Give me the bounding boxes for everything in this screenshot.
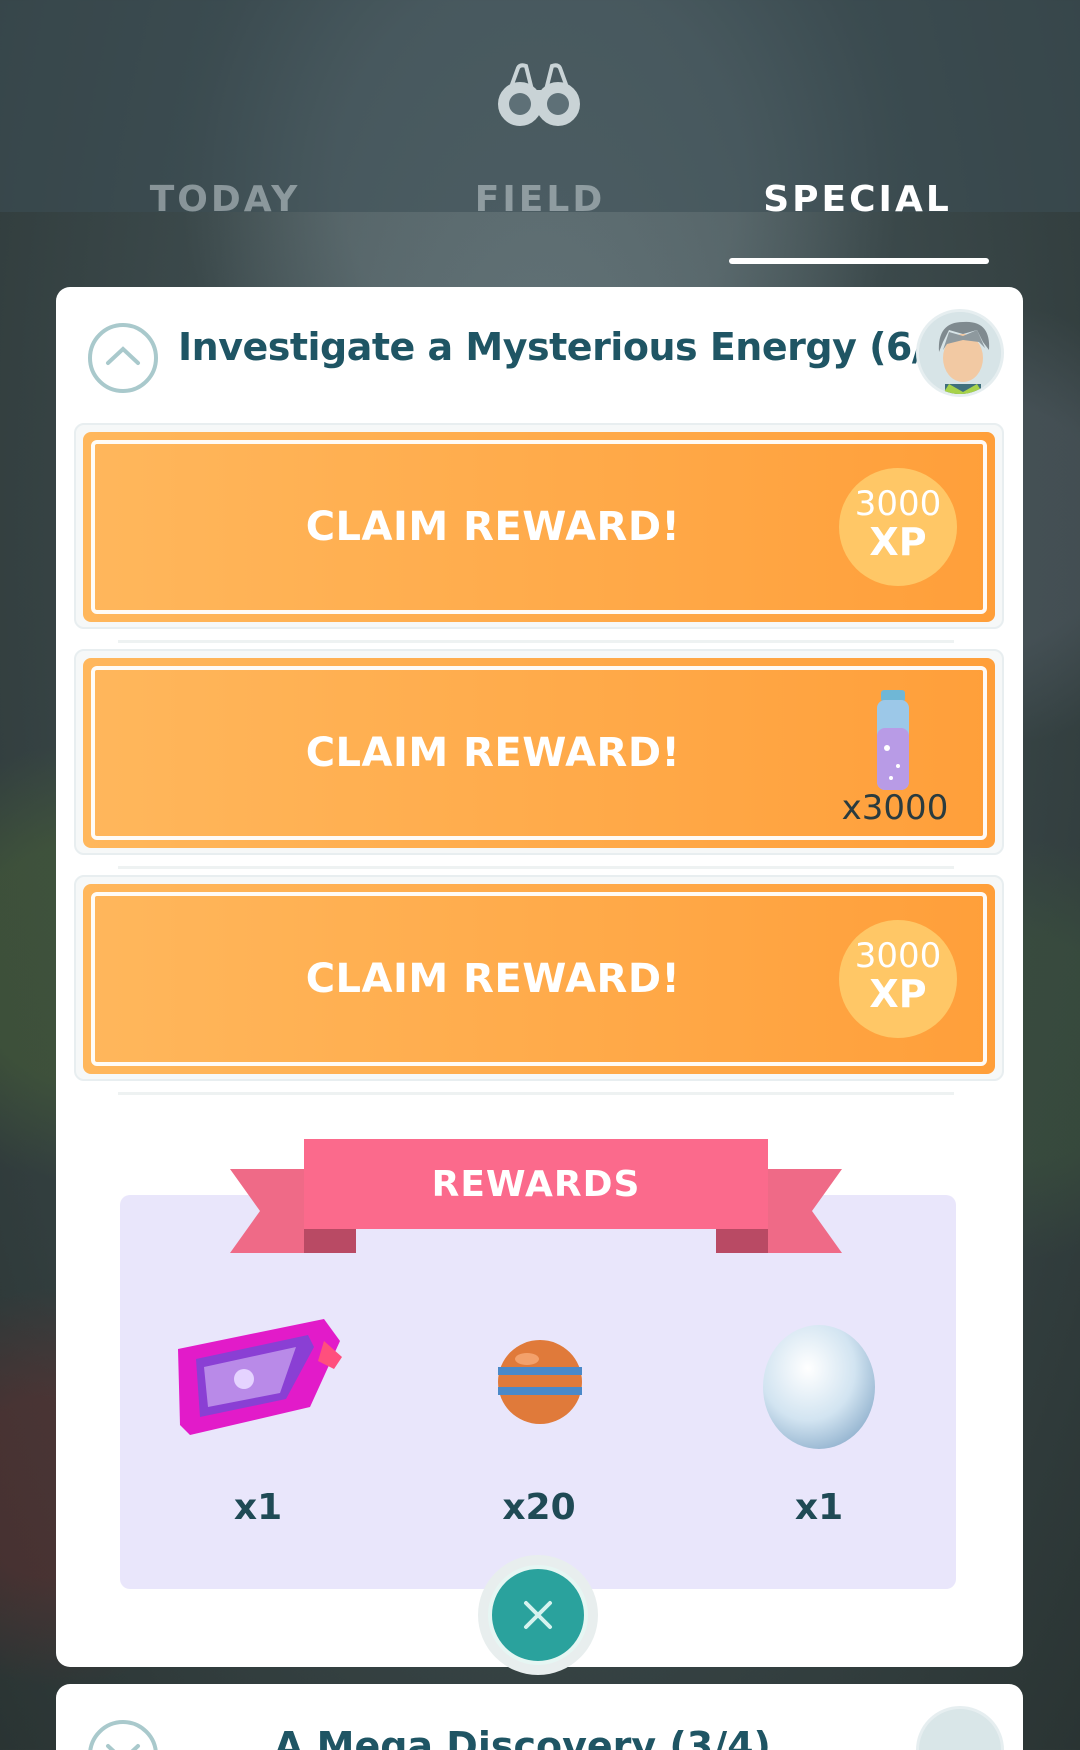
next-quest-card: A Mega Discovery (3/4) <box>56 1684 1023 1750</box>
xp-badge: 3000 XP <box>839 468 957 586</box>
rewards-title: REWARDS <box>431 1164 641 1205</box>
close-icon <box>524 1601 552 1629</box>
claim-row: CLAIM REWARD! 3000 XP <box>74 875 1004 1081</box>
claim-reward-button[interactable]: CLAIM REWARD! 3000 XP <box>83 884 995 1074</box>
claim-row: CLAIM REWARD! x3000 <box>74 649 1004 855</box>
xp-amount: 3000 <box>854 936 942 976</box>
quest-card: Investigate a Mysterious Energy (6/6) CL… <box>56 287 1023 1675</box>
claim-reward-button[interactable]: CLAIM REWARD! 3000 XP <box>83 432 995 622</box>
claim-reward-label: CLAIM REWARD! <box>305 504 681 550</box>
egg-icon <box>763 1325 875 1449</box>
binoculars-icon <box>498 63 580 126</box>
close-button-face <box>488 1565 588 1665</box>
claim-reward-label: CLAIM REWARD! <box>305 956 681 1002</box>
xp-unit: XP <box>869 520 927 564</box>
active-tab-indicator <box>729 258 989 264</box>
tab-today[interactable]: TODAY <box>110 170 340 230</box>
tab-bar: TODAY FIELD SPECIAL <box>0 170 1080 270</box>
claim-reward-label: CLAIM REWARD! <box>305 730 681 776</box>
next-quest-title: A Mega Discovery (3/4) <box>274 1724 771 1750</box>
reward-item: x1 <box>719 1317 919 1537</box>
reward-qty: x1 <box>794 1487 844 1528</box>
premium-battle-pass-icon <box>178 1319 342 1435</box>
professor-avatar <box>916 1706 1004 1750</box>
stardust-icon <box>877 690 909 790</box>
tab-field[interactable]: FIELD <box>430 170 650 230</box>
stardust-amount: x3000 <box>841 788 949 828</box>
reward-qty: x20 <box>502 1487 576 1528</box>
close-button[interactable] <box>478 1555 598 1675</box>
expand-button[interactable] <box>88 1720 158 1750</box>
tab-special[interactable]: SPECIAL <box>730 170 985 230</box>
professor-avatar <box>916 309 1004 397</box>
chevron-up-icon <box>106 346 140 365</box>
quest-title: Investigate a Mysterious Energy (6/6) <box>178 325 969 369</box>
divider <box>118 1092 954 1095</box>
xp-unit: XP <box>869 972 927 1016</box>
collapse-button[interactable] <box>88 323 158 393</box>
xp-badge: 3000 XP <box>839 920 957 1038</box>
claim-row: CLAIM REWARD! 3000 XP <box>74 423 1004 629</box>
claim-reward-button[interactable]: CLAIM REWARD! x3000 <box>83 658 995 848</box>
xp-amount: 3000 <box>854 484 942 524</box>
chevron-down-icon <box>106 1744 140 1750</box>
divider <box>118 866 954 869</box>
reward-item: x20 <box>439 1317 639 1537</box>
divider <box>118 640 954 643</box>
reward-item: x1 <box>158 1317 358 1537</box>
ball-icon <box>498 1340 582 1424</box>
reward-qty: x1 <box>233 1487 283 1528</box>
